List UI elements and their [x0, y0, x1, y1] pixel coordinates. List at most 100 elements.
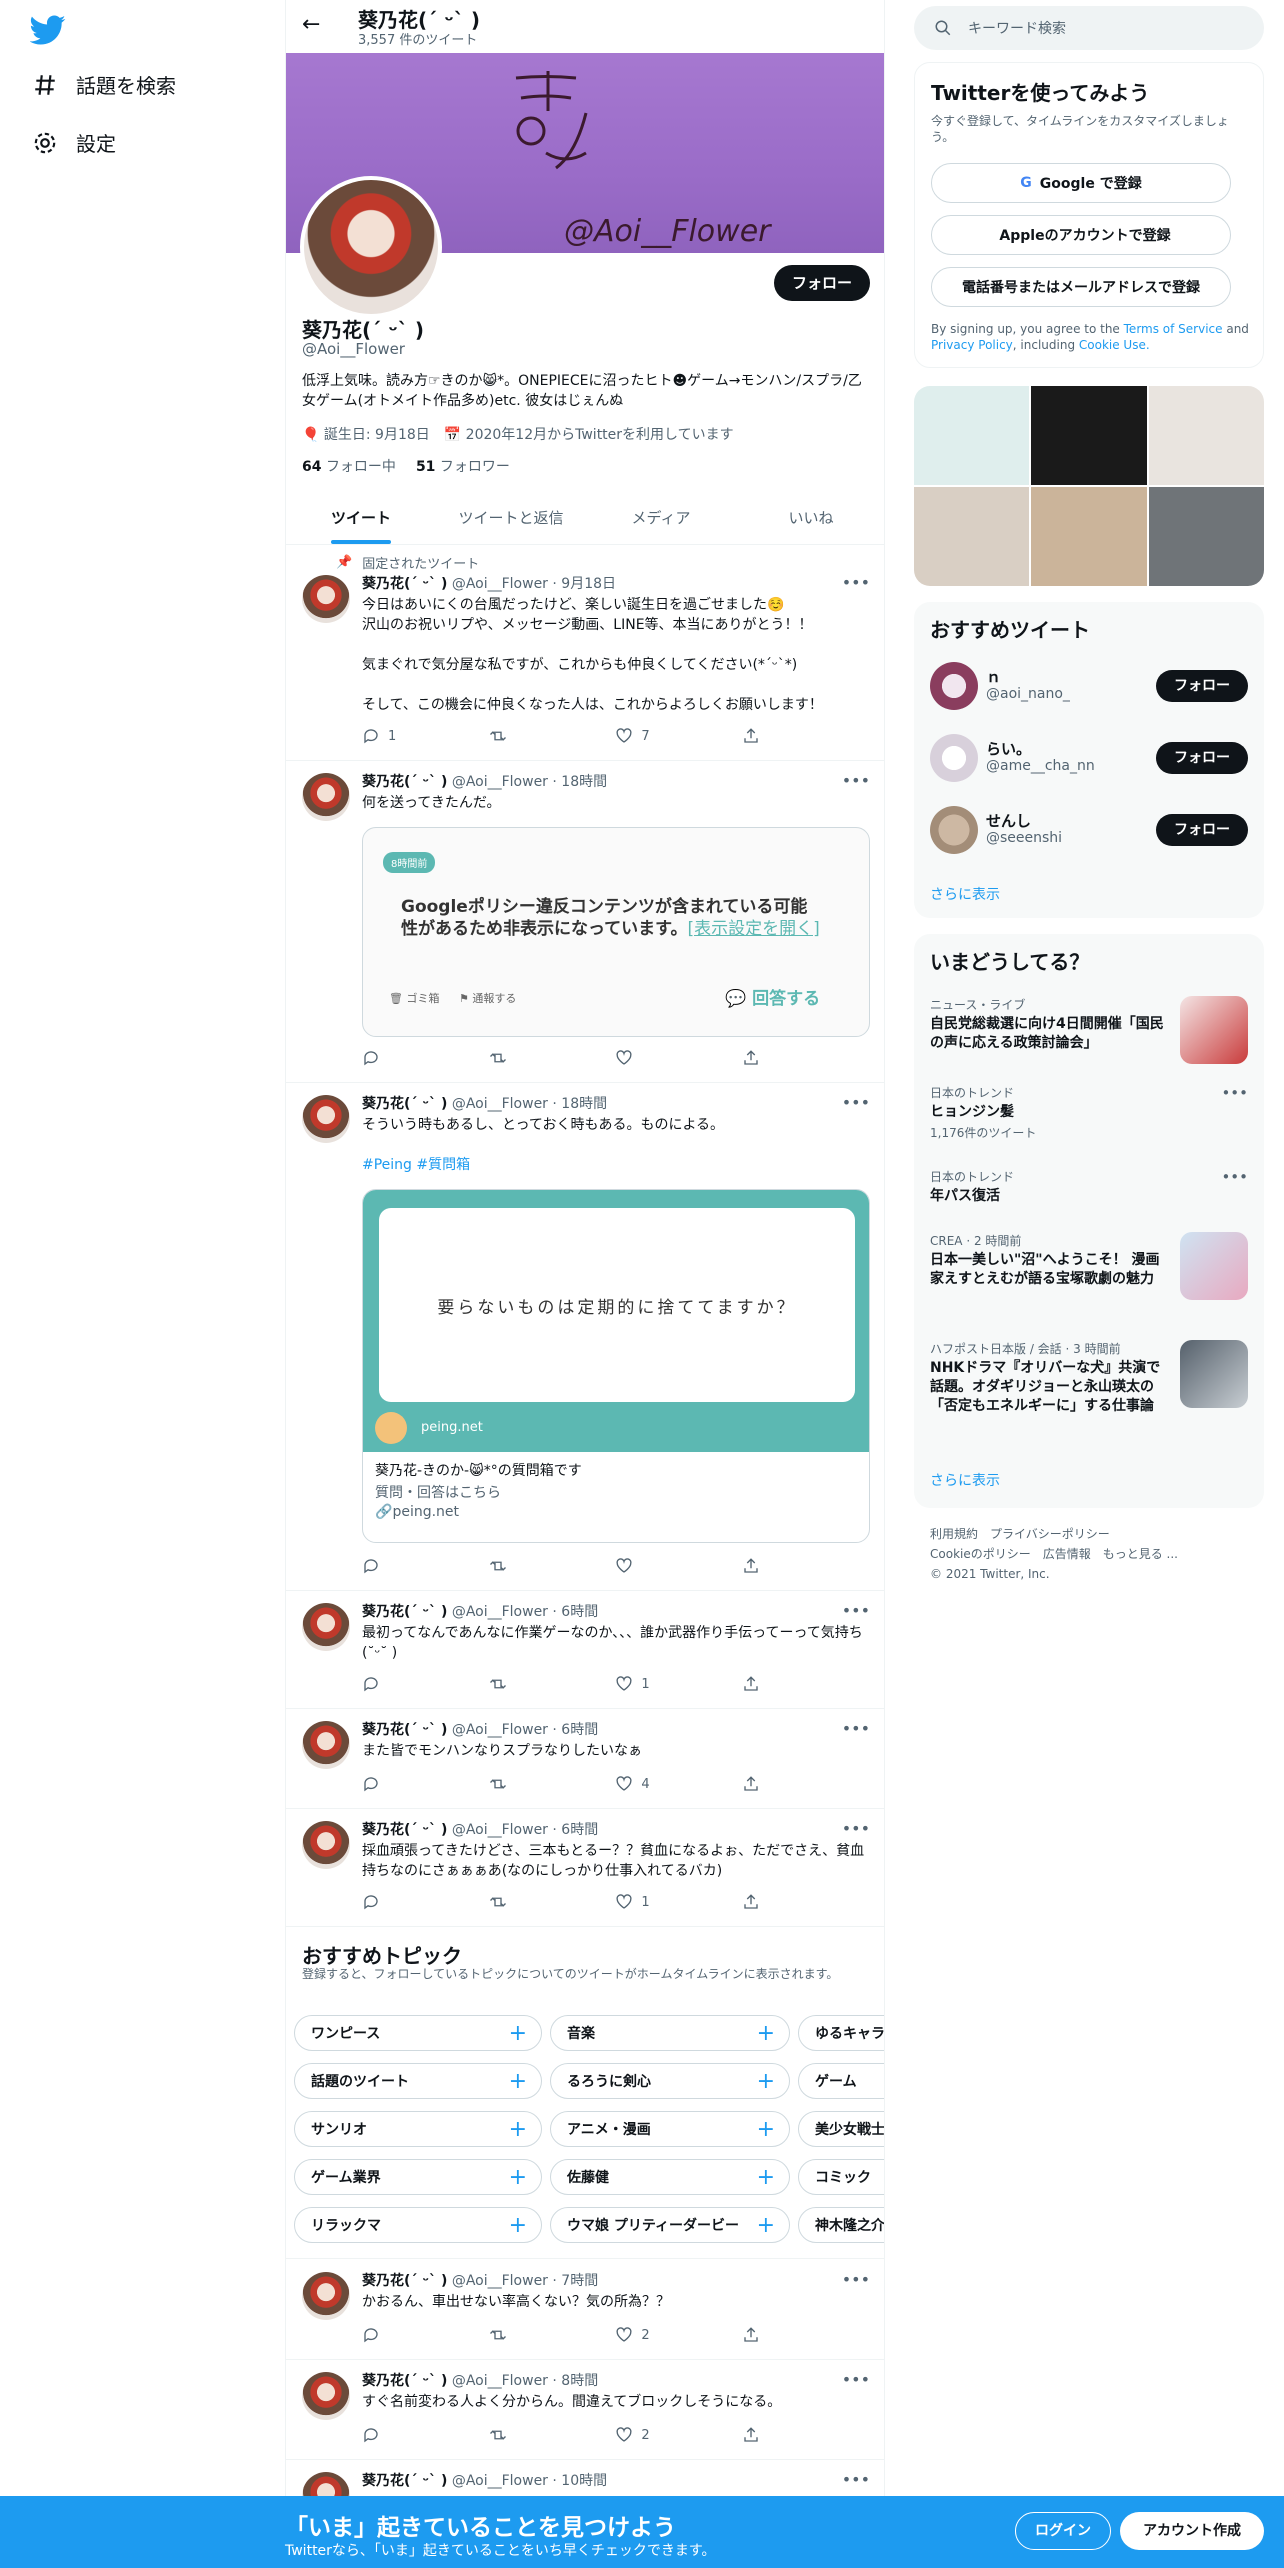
reply-button[interactable]	[362, 1675, 422, 1693]
privacy-link[interactable]: Privacy Policy	[931, 338, 1013, 352]
like-button[interactable]: 1	[615, 1893, 675, 1911]
tweet-time[interactable]: · 18時間	[552, 1096, 607, 1112]
topic-chip[interactable]: ワンピース +	[294, 2015, 542, 2051]
more-icon[interactable]: •••	[1221, 1084, 1248, 1102]
retweet-button[interactable]	[489, 727, 549, 745]
like-button[interactable]	[615, 1049, 675, 1067]
plus-icon[interactable]: +	[757, 2117, 775, 2142]
tweet-author[interactable]: 葵乃花(ˊ ᵕˋ )	[362, 1604, 447, 1620]
media-thumbnail[interactable]	[1031, 487, 1147, 586]
tweet-item[interactable]: 📌 固定されたツイート 葵乃花(ˊ ᵕˋ ) @Aoi__Flower · 9月1…	[286, 545, 884, 761]
tweet-item[interactable]: 葵乃花(ˊ ᵕˋ ) @Aoi__Flower · 7時間 ••• かおるん、車…	[286, 2260, 884, 2360]
topic-chip[interactable]: ゆるキャラ	[798, 2015, 884, 2051]
reply-button[interactable]	[362, 1893, 422, 1911]
like-button[interactable]: 1	[615, 1675, 675, 1693]
share-button[interactable]	[742, 1557, 802, 1575]
tab-tweets[interactable]: ツイート	[286, 492, 436, 544]
more-icon[interactable]: •••	[842, 771, 870, 790]
topic-chip[interactable]: アニメ・漫画 +	[550, 2111, 790, 2147]
search-input[interactable]: キーワード検索	[968, 18, 1066, 38]
reply-button[interactable]	[362, 1049, 422, 1067]
tweet-avatar[interactable]	[302, 1821, 350, 1869]
who-item[interactable]: ｎ @aoi_nano_ フォロー	[930, 656, 1248, 716]
tweet-author[interactable]: 葵乃花(ˊ ᵕˋ )	[362, 576, 447, 592]
tweet-item[interactable]: 葵乃花(ˊ ᵕˋ ) @Aoi__Flower · 18時間 ••• そういう時…	[286, 1083, 884, 1591]
back-arrow-icon[interactable]: ←	[302, 12, 320, 37]
retweet-button[interactable]	[489, 1049, 549, 1067]
tweet-avatar[interactable]	[302, 1095, 350, 1143]
plus-icon[interactable]: +	[757, 2069, 775, 2094]
more-icon[interactable]: •••	[842, 2270, 870, 2289]
signup-button[interactable]: アカウント作成	[1120, 2512, 1264, 2550]
plus-icon[interactable]: +	[509, 2165, 527, 2190]
who-avatar[interactable]	[930, 734, 978, 782]
search-box[interactable]: キーワード検索	[914, 6, 1264, 50]
tweet-author[interactable]: 葵乃花(ˊ ᵕˋ )	[362, 2473, 447, 2489]
terms-link[interactable]: Terms of Service	[1124, 322, 1223, 336]
trend-item[interactable]: 日本のトレンド 年パス復活 •••	[930, 1168, 1248, 1206]
reply-button[interactable]	[362, 1557, 422, 1575]
like-button[interactable]: 7	[615, 727, 675, 745]
tweet-author[interactable]: 葵乃花(ˊ ᵕˋ )	[362, 2373, 447, 2389]
tweet-time[interactable]: · 10時間	[552, 2473, 607, 2489]
reply-button[interactable]	[362, 2326, 422, 2344]
more-icon[interactable]: •••	[842, 573, 870, 592]
peing-hidden-card[interactable]: 8時間前 Googleポリシー違反コンテンツが含まれている可能性があるため非表示…	[362, 827, 870, 1037]
tweet-author[interactable]: 葵乃花(ˊ ᵕˋ )	[362, 1822, 447, 1838]
tweet-item[interactable]: 葵乃花(ˊ ᵕˋ ) @Aoi__Flower · 6時間 ••• 最初ってなん…	[286, 1591, 884, 1709]
trend-item[interactable]: ニュース・ライブ 自民党総裁選に向け4日間開催「国民の声に応える政策討論会」	[930, 996, 1248, 1064]
card-settings-link[interactable]: [表示設定を開く]	[687, 919, 819, 939]
media-thumbnail[interactable]	[914, 386, 1030, 485]
tweet-time[interactable]: · 6時間	[552, 1822, 598, 1838]
media-thumbnail[interactable]	[1031, 386, 1147, 485]
retweet-button[interactable]	[489, 1675, 549, 1693]
more-icon[interactable]: •••	[842, 1601, 870, 1620]
footer-line-1[interactable]: 利用規約 プライバシーポリシー	[930, 1524, 1178, 1544]
topic-chip[interactable]: 音楽 +	[550, 2015, 790, 2051]
cookie-link[interactable]: Cookie Use.	[1079, 338, 1150, 352]
more-icon[interactable]: •••	[842, 1719, 870, 1738]
apple-signup-button[interactable]: Appleのアカウントで登録	[931, 215, 1231, 255]
like-button[interactable]	[615, 1557, 675, 1575]
share-button[interactable]	[742, 1775, 802, 1793]
profile-avatar[interactable]	[300, 176, 442, 318]
more-icon[interactable]: •••	[842, 2370, 870, 2389]
who-avatar[interactable]	[930, 662, 978, 710]
trend-item[interactable]: 日本のトレンド ヒョンジン髪 1,176件のツイート •••	[930, 1084, 1248, 1141]
tab-media[interactable]: メディア	[586, 492, 736, 544]
tweet-time[interactable]: · 7時間	[552, 2273, 598, 2289]
plus-icon[interactable]: +	[757, 2165, 775, 2190]
who-follow-button[interactable]: フォロー	[1156, 742, 1248, 774]
topic-chip[interactable]: ウマ娘 プリティーダービー +	[550, 2207, 790, 2243]
google-signup-button[interactable]: G Google で登録	[931, 163, 1231, 203]
tweet-avatar[interactable]	[302, 1603, 350, 1651]
tweet-item[interactable]: 葵乃花(ˊ ᵕˋ ) @Aoi__Flower · 18時間 ••• 何を送って…	[286, 761, 884, 1083]
tweet-item[interactable]: 葵乃花(ˊ ᵕˋ ) @Aoi__Flower · 6時間 ••• 採血頑張って…	[286, 1809, 884, 1927]
trend-item[interactable]: CREA · 2 時間前 日本一美しい"沼"へようこそ！ 漫画家えすとえむが語る…	[930, 1232, 1248, 1300]
who-follow-button[interactable]: フォロー	[1156, 670, 1248, 702]
plus-icon[interactable]: +	[757, 2021, 775, 2046]
who-avatar[interactable]	[930, 806, 978, 854]
tab-tweets-replies[interactable]: ツイートと返信	[436, 492, 586, 544]
more-icon[interactable]: •••	[842, 1093, 870, 1112]
nav-settings[interactable]: 設定	[32, 128, 116, 157]
like-button[interactable]: 2	[615, 2426, 675, 2444]
tweet-item[interactable]: 葵乃花(ˊ ᵕˋ ) @Aoi__Flower · 10時間 •••	[286, 2460, 884, 2500]
who-item[interactable]: らい。 @ame__cha_nn フォロー	[930, 728, 1248, 788]
tab-likes[interactable]: いいね	[736, 492, 884, 544]
plus-icon[interactable]: +	[509, 2213, 527, 2238]
share-button[interactable]	[742, 2326, 802, 2344]
tweet-item[interactable]: 葵乃花(ˊ ᵕˋ ) @Aoi__Flower · 8時間 ••• すぐ名前変わ…	[286, 2360, 884, 2460]
trends-show-more-link[interactable]: さらに表示	[930, 1470, 1000, 1490]
tweet-author[interactable]: 葵乃花(ˊ ᵕˋ )	[362, 1722, 447, 1738]
tweet-avatar[interactable]	[302, 575, 350, 623]
share-button[interactable]	[742, 1049, 802, 1067]
like-button[interactable]: 2	[615, 2326, 675, 2344]
topic-chip[interactable]: 話題のツイート +	[294, 2063, 542, 2099]
tweet-author[interactable]: 葵乃花(ˊ ᵕˋ )	[362, 2273, 447, 2289]
followers-link[interactable]: 51 フォロワー	[416, 456, 510, 476]
tweet-time[interactable]: · 6時間	[552, 1604, 598, 1620]
topic-chip[interactable]: コミック	[798, 2159, 884, 2195]
trend-item[interactable]: ハフポスト日本版 / 会話 · 3 時間前 NHKドラマ『オリバーな犬』共演で話…	[930, 1340, 1248, 1416]
reply-button[interactable]	[362, 1775, 422, 1793]
